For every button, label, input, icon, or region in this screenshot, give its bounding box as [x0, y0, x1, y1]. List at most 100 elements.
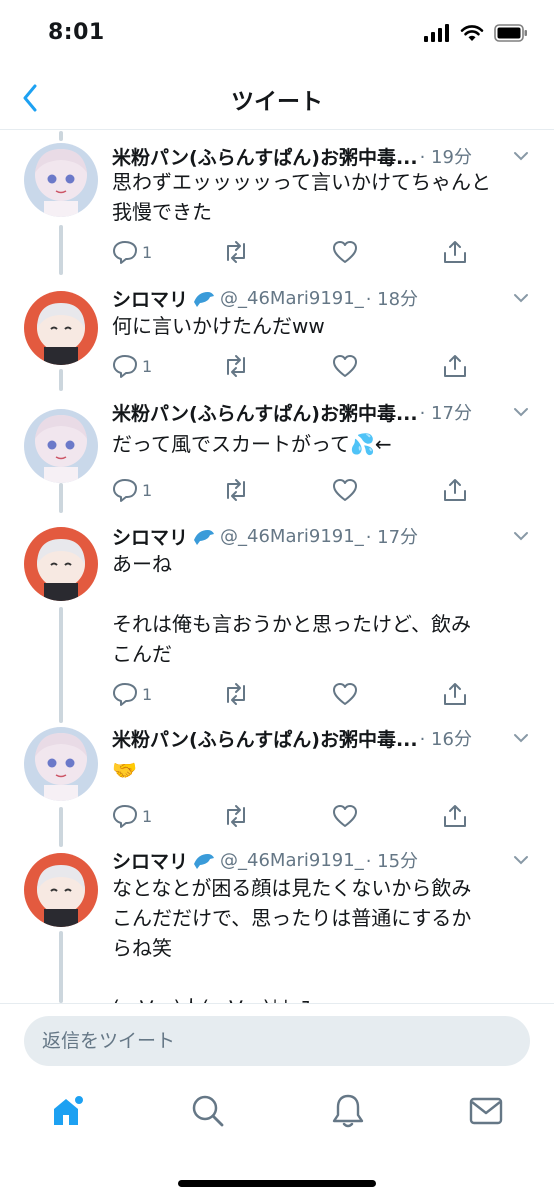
timestamp[interactable]: · 16分: [420, 725, 472, 751]
retweet-icon: [227, 241, 245, 263]
nav-search[interactable]: [188, 1091, 228, 1131]
heart-icon: [333, 355, 357, 377]
avatar[interactable]: [24, 853, 98, 927]
chevron-down-icon[interactable]: [510, 849, 532, 871]
timestamp[interactable]: · 18分: [366, 285, 418, 311]
page-title: ツイート: [231, 89, 323, 115]
avatar[interactable]: [24, 527, 98, 601]
reply-count: 1: [142, 806, 153, 826]
tweet[interactable]: シロマリ @_46Mari9191_ · 17分 あーね それは俺も言おうかと思…: [0, 521, 554, 717]
reply-icon: [113, 479, 137, 502]
share-button[interactable]: [442, 351, 468, 381]
home-icon: [54, 1094, 85, 1125]
retweet-button[interactable]: [222, 475, 250, 505]
reply-icon: [113, 805, 137, 828]
handle[interactable]: @_46Mari9191_: [220, 526, 364, 547]
avatar-image: [24, 409, 98, 483]
heart-icon: [333, 683, 357, 705]
like-button[interactable]: [332, 351, 358, 381]
reply-button[interactable]: 1: [112, 475, 152, 505]
reply-button[interactable]: 1: [112, 351, 152, 381]
heart-icon: [333, 805, 357, 827]
nav-home[interactable]: [48, 1091, 88, 1131]
retweet-icon: [227, 355, 245, 377]
avatar-image: [24, 527, 98, 601]
chevron-down-icon[interactable]: [510, 401, 532, 423]
like-button[interactable]: [332, 679, 358, 709]
avatar[interactable]: [24, 409, 98, 483]
tweet[interactable]: シロマリ @_46Mari9191_ · 18分 何に言いかけたんだww 1: [0, 283, 554, 387]
like-button[interactable]: [332, 475, 358, 505]
display-name[interactable]: シロマリ: [112, 847, 188, 874]
share-button[interactable]: [442, 475, 468, 505]
share-button[interactable]: [442, 237, 468, 267]
reply-button[interactable]: 1: [112, 679, 152, 709]
tweet-text: なとなとが困る顔は見たくないから飲み こんだだけで、思ったりは普通にするか らね…: [112, 876, 472, 1003]
signal-icon: [424, 24, 449, 42]
display-name[interactable]: 米粉パン(ふらんすぱん)お粥中毒...: [112, 725, 418, 752]
avatar[interactable]: [24, 291, 98, 365]
timestamp[interactable]: · 15分: [366, 847, 418, 873]
reply-icon: [113, 683, 137, 706]
heart-icon: [333, 241, 357, 263]
retweet-button[interactable]: [222, 237, 250, 267]
chevron-down-icon[interactable]: [510, 727, 532, 749]
retweet-button[interactable]: [222, 679, 250, 709]
tweet[interactable]: シロマリ @_46Mari9191_ · 15分 なとなとが困る顔は見たくないか…: [0, 845, 554, 1003]
tweet-actions: 1: [112, 351, 492, 381]
chevron-down-icon[interactable]: [510, 525, 532, 547]
status-time: 8:01: [48, 20, 105, 45]
tweet-header: シロマリ @_46Mari9191_ · 18分: [112, 283, 532, 313]
avatar[interactable]: [24, 727, 98, 801]
nav-messages[interactable]: [466, 1091, 506, 1131]
battery-icon: [494, 24, 527, 42]
retweet-button[interactable]: [222, 801, 250, 831]
wifi-icon: [460, 25, 484, 41]
timestamp[interactable]: · 19分: [420, 143, 472, 169]
avatar-image: [24, 853, 98, 927]
tweet[interactable]: 米粉パン(ふらんすぱん)お粥中毒... · 17分 だって風でスカートがって💦←…: [0, 397, 554, 509]
avatar[interactable]: [24, 143, 98, 217]
handle[interactable]: @_46Mari9191_: [220, 850, 364, 871]
notifications-icon: [332, 1094, 364, 1128]
chevron-down-icon[interactable]: [510, 145, 532, 167]
avatar-image: [24, 291, 98, 365]
home-indicator: [178, 1180, 376, 1187]
messages-icon: [469, 1097, 503, 1125]
reply-button[interactable]: 1: [112, 237, 152, 267]
share-icon: [444, 355, 466, 377]
tweet-header: 米粉パン(ふらんすぱん)お粥中毒... · 16分: [112, 723, 532, 753]
retweet-button[interactable]: [222, 351, 250, 381]
display-name[interactable]: 米粉パン(ふらんすぱん)お粥中毒...: [112, 399, 418, 426]
reply-button[interactable]: 1: [112, 801, 152, 831]
tweet[interactable]: 米粉パン(ふらんすぱん)お粥中毒... · 19分 思わずエッッッッって言いかけ…: [0, 141, 554, 281]
tweet[interactable]: 米粉パン(ふらんすぱん)お粥中毒... · 16分 🤝 1: [0, 723, 554, 835]
retweet-icon: [227, 805, 245, 827]
thread-line: [59, 131, 63, 141]
share-button[interactable]: [442, 679, 468, 709]
bottom-nav: [0, 1081, 554, 1151]
tweet-header: 米粉パン(ふらんすぱん)お粥中毒... · 17分: [112, 397, 532, 427]
tweet-text: だって風でスカートがって💦←: [112, 432, 392, 456]
share-button[interactable]: [442, 801, 468, 831]
status-bar: 8:01: [0, 0, 554, 66]
timestamp[interactable]: · 17分: [366, 523, 418, 549]
reply-count: 1: [142, 684, 153, 704]
share-icon: [444, 683, 466, 705]
tweet-thread: 米粉パン(ふらんすぱん)お粥中毒... · 19分 思わずエッッッッって言いかけ…: [0, 131, 554, 1003]
display-name[interactable]: 米粉パン(ふらんすぱん)お粥中毒...: [112, 143, 418, 170]
display-name[interactable]: シロマリ: [112, 285, 188, 312]
nav-notifications[interactable]: [328, 1091, 368, 1131]
chevron-down-icon[interactable]: [510, 287, 532, 309]
tweet-actions: 1: [112, 801, 492, 831]
reply-count: 1: [142, 356, 153, 376]
header: ツイート: [0, 66, 554, 130]
timestamp[interactable]: · 17分: [420, 399, 472, 425]
reply-input[interactable]: [24, 1016, 530, 1066]
share-icon: [444, 805, 466, 827]
like-button[interactable]: [332, 801, 358, 831]
like-button[interactable]: [332, 237, 358, 267]
avatar-image: [24, 727, 98, 801]
display-name[interactable]: シロマリ: [112, 523, 188, 550]
handle[interactable]: @_46Mari9191_: [220, 288, 364, 309]
